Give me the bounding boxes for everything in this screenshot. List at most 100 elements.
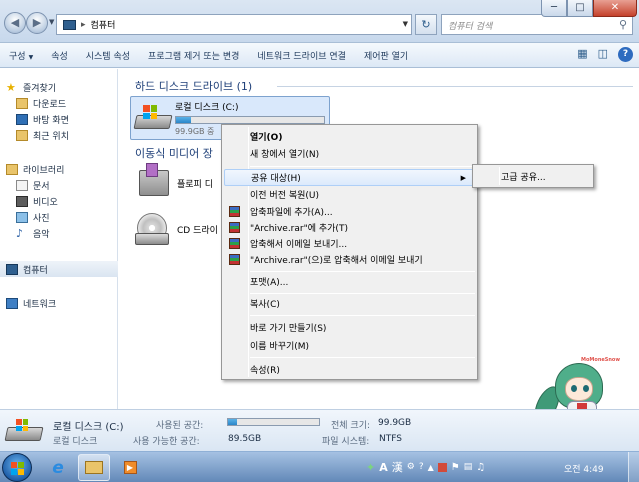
explorer-taskbar-button[interactable] bbox=[78, 454, 110, 481]
menu-item-open-new-window[interactable]: 새 창에서 열기(N) bbox=[224, 145, 475, 162]
help-icon[interactable]: ? bbox=[618, 47, 633, 62]
winrar-icon bbox=[229, 206, 240, 217]
nav-item-downloads[interactable]: 다운로드 bbox=[16, 95, 134, 111]
menu-item-add-to-archive[interactable]: 압축파일에 추가(A)... bbox=[224, 203, 475, 220]
group-header-hard-drives[interactable]: 하드 디스크 드라이브 (1) bbox=[135, 78, 252, 94]
taskbar: e ▶ ✦ A 漢 ⚙ ? ▲ ⚑ ▤ ♫ 오전 4:49 bbox=[0, 451, 639, 482]
play-icon: ▶ bbox=[123, 461, 137, 474]
menu-item-format[interactable]: 포맷(A)... bbox=[224, 273, 475, 290]
nav-item-documents[interactable]: 문서 bbox=[16, 177, 134, 193]
maximize-button[interactable]: □ bbox=[567, 0, 593, 17]
network-tray-icon[interactable]: ▤ bbox=[464, 462, 473, 472]
drive-c-usage-fill bbox=[176, 117, 191, 123]
nav-item-recent[interactable]: 최근 위치 bbox=[16, 127, 134, 143]
properties-button[interactable]: 속성 bbox=[42, 49, 77, 62]
forward-button[interactable]: ▶ bbox=[26, 12, 48, 34]
menu-item-restore-previous[interactable]: 이전 버전 복원(U) bbox=[224, 186, 475, 203]
organize-button[interactable]: 구성 ▼ bbox=[0, 49, 42, 62]
back-button[interactable]: ◀ bbox=[4, 12, 26, 34]
media-player-icon[interactable]: ▶ bbox=[114, 454, 146, 481]
show-desktop-button[interactable] bbox=[628, 452, 639, 482]
free-space-value: 89.5GB bbox=[228, 434, 262, 444]
search-icon[interactable]: ⚲ bbox=[619, 18, 627, 31]
ime-hanja-icon[interactable]: 漢 bbox=[392, 459, 403, 475]
tray-app-icon[interactable] bbox=[437, 462, 447, 472]
menu-item-share-with[interactable]: 공유 대상(H) ▶ bbox=[224, 169, 475, 186]
internet-explorer-icon[interactable]: e bbox=[42, 454, 74, 481]
nav-item-videos[interactable]: 비디오 bbox=[16, 193, 134, 209]
search-input[interactable]: 컴퓨터 검색 ⚲ bbox=[441, 14, 633, 35]
minimize-button[interactable]: ─ bbox=[541, 0, 567, 17]
breadcrumb-computer[interactable]: 컴퓨터 bbox=[91, 18, 116, 31]
window-controls: ─ □ ✕ bbox=[541, 0, 637, 17]
map-network-drive-button[interactable]: 네트워크 드라이브 연결 bbox=[248, 49, 355, 62]
ime-settings-icon[interactable]: ⚙ bbox=[407, 462, 415, 472]
menu-item-create-shortcut[interactable]: 바로 가기 만들기(S) bbox=[224, 319, 475, 336]
floppy-drive-label[interactable]: 플로피 디 bbox=[177, 177, 213, 190]
floppy-drive-icon[interactable] bbox=[139, 163, 169, 196]
downloads-folder-icon bbox=[16, 97, 28, 109]
menu-item-copy[interactable]: 복사(C) bbox=[224, 295, 475, 312]
menu-label: 이전 버전 복원(U) bbox=[250, 191, 320, 201]
menu-label: 포맷(A)... bbox=[250, 278, 289, 288]
menu-item-rename[interactable]: 이름 바꾸기(M) bbox=[224, 337, 475, 354]
nav-item-music[interactable]: ♪ 음악 bbox=[16, 225, 134, 241]
address-bar: ◀ ▶ ▼ ▸ 컴퓨터 ▼ ↻ 컴퓨터 검색 ⚲ ─ □ ✕ bbox=[0, 0, 639, 43]
group-header-removable[interactable]: 이동식 미디어 장 bbox=[135, 145, 213, 161]
refresh-button[interactable]: ↻ bbox=[415, 14, 437, 35]
breadcrumb-separator-icon[interactable]: ▸ bbox=[81, 20, 86, 30]
context-menu: 열기(O) 새 창에서 열기(N) 공유 대상(H) ▶ 이전 버전 복원(U) … bbox=[221, 124, 478, 380]
menu-separator bbox=[250, 357, 475, 358]
network-icon bbox=[6, 297, 18, 309]
nav-item-favorites[interactable]: ★ 즐겨찾기 bbox=[6, 79, 124, 95]
menu-label: 새 창에서 열기(N) bbox=[250, 150, 320, 160]
preview-pane-icon[interactable]: ◫ bbox=[598, 47, 608, 62]
menu-item-compress-rar-email[interactable]: "Archive.rar"(으)로 압축해서 이메일 보내기 bbox=[224, 251, 475, 268]
menu-label: "Archive.rar"에 추가(T) bbox=[250, 224, 348, 234]
nav-item-pictures[interactable]: 사진 bbox=[16, 209, 134, 225]
help-tray-icon[interactable]: ? bbox=[419, 462, 424, 472]
nav-item-computer[interactable]: 컴퓨터 bbox=[0, 261, 118, 277]
action-center-flag-icon[interactable]: ⚑ bbox=[451, 462, 460, 473]
system-properties-button[interactable]: 시스템 속성 bbox=[77, 49, 139, 62]
address-field[interactable]: ▸ 컴퓨터 ▼ bbox=[56, 14, 412, 35]
total-size-value: 99.9GB bbox=[378, 418, 412, 428]
uninstall-program-button[interactable]: 프로그램 제거 또는 변경 bbox=[139, 49, 248, 62]
organize-label: 구성 bbox=[9, 51, 26, 62]
group-divider bbox=[277, 86, 633, 87]
details-type: 로컬 디스크 bbox=[53, 437, 98, 447]
ime-a-icon[interactable]: A bbox=[379, 461, 388, 474]
volume-icon[interactable]: ♫ bbox=[476, 462, 485, 473]
tray-expand-icon[interactable]: ▲ bbox=[428, 463, 434, 472]
menu-separator bbox=[250, 293, 475, 294]
mascot-text: MoMoneSnow bbox=[581, 357, 620, 363]
menu-item-compress-email[interactable]: 압축해서 이메일 보내기... bbox=[224, 235, 475, 252]
menu-item-open[interactable]: 열기(O) bbox=[224, 128, 475, 145]
taskbar-clock[interactable]: 오전 4:49 bbox=[564, 462, 604, 475]
cd-drive-label[interactable]: CD 드라이 bbox=[177, 223, 218, 236]
nav-item-libraries[interactable]: 라이브러리 bbox=[6, 161, 124, 177]
pictures-icon bbox=[16, 211, 28, 223]
command-bar: 구성 ▼ 속성 시스템 속성 프로그램 제거 또는 변경 네트워크 드라이브 연결… bbox=[0, 43, 639, 68]
menu-item-properties[interactable]: 속성(R) bbox=[224, 361, 475, 378]
share-with-submenu: 고급 공유... bbox=[472, 164, 594, 188]
nav-item-desktop[interactable]: 바탕 화면 bbox=[16, 111, 134, 127]
close-button[interactable]: ✕ bbox=[593, 0, 637, 17]
ime-mode-icon[interactable]: ✦ bbox=[366, 461, 375, 474]
menu-label: 압축파일에 추가(A)... bbox=[250, 208, 333, 218]
winrar-icon bbox=[229, 238, 240, 249]
start-button[interactable] bbox=[2, 453, 32, 482]
nav-label: 최근 위치 bbox=[33, 131, 69, 142]
menu-label: 이름 바꾸기(M) bbox=[250, 342, 310, 352]
menu-item-advanced-sharing[interactable]: 고급 공유... bbox=[475, 168, 591, 185]
desktop-icon bbox=[16, 113, 28, 125]
computer-icon bbox=[6, 263, 18, 275]
recent-pages-dropdown-icon[interactable]: ▼ bbox=[49, 18, 54, 26]
nav-item-network[interactable]: 네트워크 bbox=[6, 295, 124, 311]
address-dropdown-icon[interactable]: ▼ bbox=[403, 20, 408, 28]
change-view-icon[interactable]: ▦ bbox=[577, 47, 587, 62]
open-control-panel-button[interactable]: 제어판 열기 bbox=[355, 49, 417, 62]
hard-drive-icon bbox=[133, 105, 173, 133]
menu-item-add-to-archive-rar[interactable]: "Archive.rar"에 추가(T) bbox=[224, 219, 475, 236]
menu-separator bbox=[250, 271, 475, 272]
